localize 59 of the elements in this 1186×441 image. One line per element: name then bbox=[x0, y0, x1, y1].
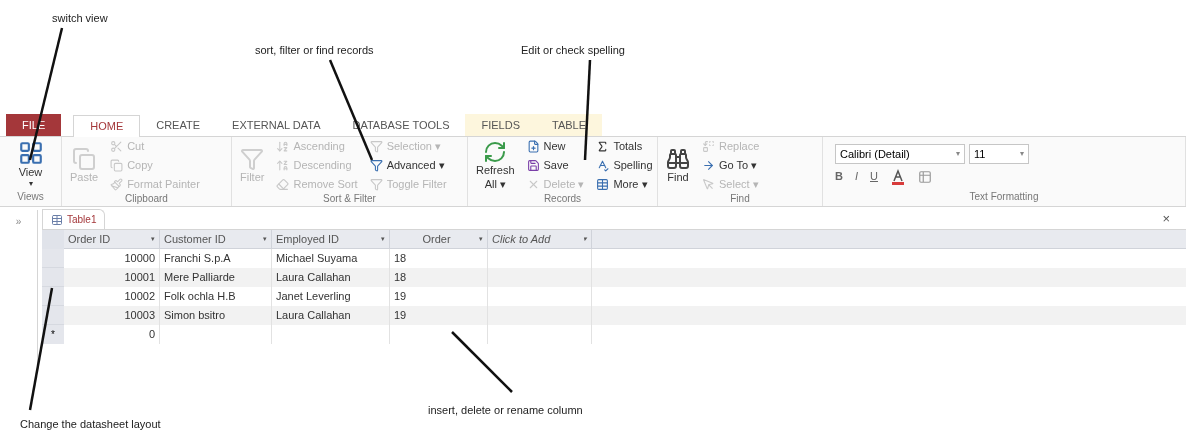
scissors-icon bbox=[110, 140, 124, 153]
group-label: Find bbox=[729, 194, 751, 206]
ribbon-tab[interactable]: CREATE bbox=[140, 114, 217, 136]
ribbon-button[interactable]: Advanced ▾ bbox=[365, 156, 451, 175]
font-style-button[interactable]: I bbox=[854, 168, 858, 185]
table-format-icon bbox=[917, 169, 932, 184]
ribbon-tab[interactable]: HOME bbox=[73, 115, 141, 137]
view-icon bbox=[17, 139, 44, 166]
find-button[interactable]: Find bbox=[662, 146, 694, 185]
font-color-icon bbox=[889, 168, 906, 185]
funnel-icon bbox=[369, 140, 383, 153]
ribbon-button[interactable]: Spelling bbox=[592, 156, 657, 175]
annotation-label: switch view bbox=[52, 11, 108, 26]
eraser-icon bbox=[276, 178, 290, 191]
filter-icon bbox=[240, 146, 265, 171]
document-tab[interactable]: Table1 bbox=[42, 209, 106, 229]
font-style-button[interactable]: U bbox=[870, 168, 878, 185]
annotation-label: insert, delete or rename column bbox=[428, 403, 583, 418]
arrow-icon bbox=[702, 159, 715, 172]
font-name-field[interactable]: Calibri (Detail) ▾ bbox=[835, 144, 965, 165]
select-all-corner[interactable] bbox=[42, 230, 64, 249]
group-label: Sort & Filter bbox=[322, 194, 377, 206]
ribbon-tab[interactable]: EXTERNAL DATA bbox=[216, 114, 337, 136]
paintbrush-icon bbox=[110, 178, 124, 191]
annotation-label: Edit or check spelling bbox=[521, 43, 625, 58]
refresh-button[interactable]: Refresh All ▾ bbox=[472, 139, 519, 192]
nav-pane-toggle[interactable]: » bbox=[15, 214, 22, 229]
ribbon-tab[interactable]: FIELDS bbox=[465, 114, 536, 136]
spelling-icon bbox=[596, 159, 610, 172]
font-style-button[interactable]: B bbox=[835, 168, 843, 185]
group-label: Clipboard bbox=[124, 194, 169, 206]
ribbon-button[interactable]: New bbox=[522, 137, 589, 156]
ribbon-tab[interactable]: TABLE bbox=[536, 114, 603, 136]
group-label: Records bbox=[542, 194, 583, 206]
table-icon bbox=[51, 213, 63, 226]
ribbon-button[interactable]: Save bbox=[522, 156, 589, 175]
new-record-icon bbox=[526, 140, 540, 153]
funnel-icon bbox=[369, 178, 383, 191]
annotation-label: Change the datasheet layout bbox=[20, 417, 161, 432]
ribbon-button[interactable]: More ▾ bbox=[592, 175, 657, 194]
pointer-icon bbox=[702, 178, 715, 191]
table-cell: 0 bbox=[64, 325, 160, 344]
ribbon-button[interactable]: Go To ▾ bbox=[698, 156, 764, 175]
copy-icon bbox=[110, 159, 124, 172]
table-icon bbox=[596, 178, 610, 191]
find-icon bbox=[666, 146, 690, 171]
replace-icon bbox=[702, 140, 715, 153]
font-size-field[interactable]: 11 ▾ bbox=[969, 144, 1029, 165]
ribbon-button[interactable]: Totals bbox=[592, 137, 657, 156]
sort-ascending-icon bbox=[276, 140, 290, 153]
save-icon bbox=[526, 159, 540, 172]
close-button[interactable]: × bbox=[1162, 212, 1170, 225]
sort-descending-icon bbox=[276, 159, 290, 172]
view-button[interactable]: View ▾ bbox=[17, 139, 44, 190]
group-label: Text Formatting bbox=[968, 192, 1040, 204]
funnel-icon bbox=[369, 159, 383, 172]
refresh-icon bbox=[483, 139, 508, 164]
annotation-label: sort, filter or find records bbox=[255, 43, 374, 58]
group-label: Views bbox=[16, 192, 45, 204]
